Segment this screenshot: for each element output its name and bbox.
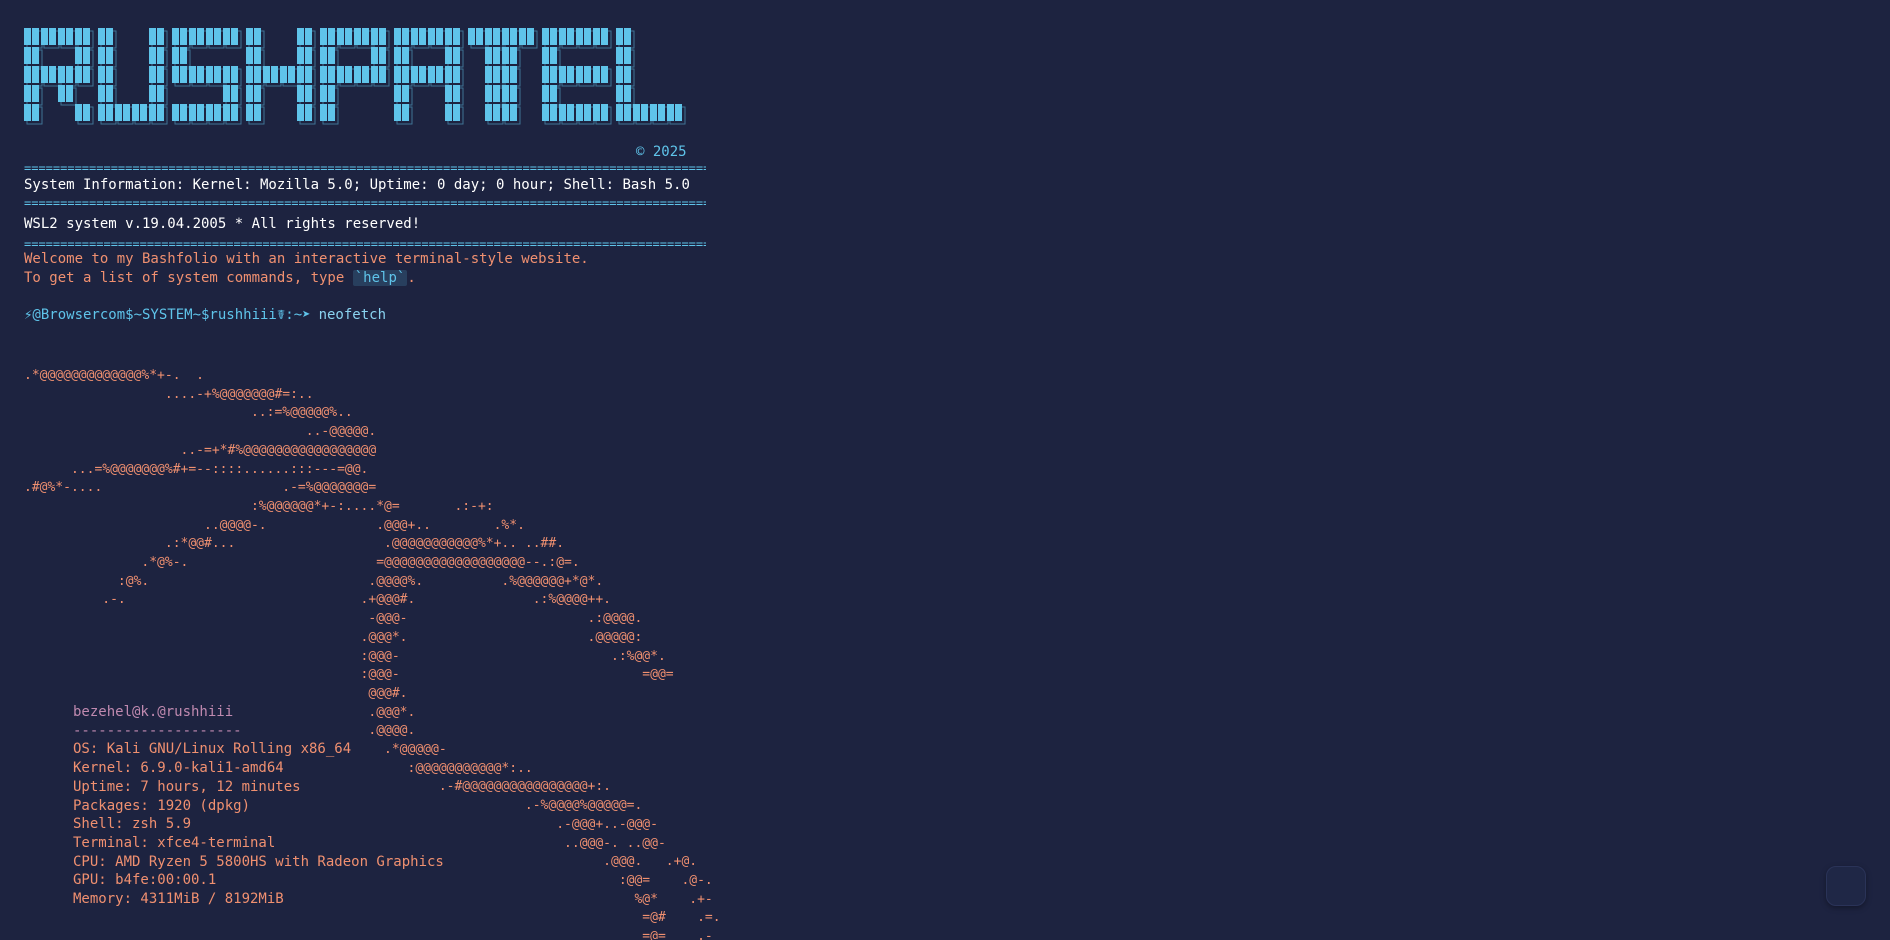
separator-line: ========================================…	[24, 238, 706, 250]
neofetch-cpu: CPU: AMD Ryzen 5 5800HS with Radeon Grap…	[73, 853, 444, 870]
ascii-banner-logo	[24, 28, 1844, 136]
copyright-text: © 2025	[636, 144, 687, 160]
system-info-line: System Information: Kernel: Mozilla 5.0;…	[24, 177, 690, 193]
neofetch-packages: Packages: 1920 (dpkg)	[73, 797, 251, 814]
help-hint-line: To get a list of system commands, type `…	[24, 269, 1844, 288]
separator-line: ========================================…	[24, 197, 706, 209]
neofetch-gpu: GPU: b4fe:00:00.1	[73, 872, 217, 889]
neofetch-divider: --------------------	[73, 722, 242, 739]
neofetch-uptime: Uptime: 7 hours, 12 minutes	[73, 778, 301, 795]
prompt-line: ⚡@Browsercom$~SYSTEM~$rushhiii☤:~➤ neofet…	[24, 306, 1844, 325]
neofetch-memory: Memory: 4311MiB / 8192MiB	[73, 891, 284, 908]
separator-line: ========================================…	[24, 162, 706, 174]
banner-logo-graphic	[24, 28, 686, 125]
prompt-text: ⚡@Browsercom$~SYSTEM~$rushhiii☤:~➤	[24, 307, 311, 323]
help-hint-prefix: To get a list of system commands, type	[24, 270, 353, 286]
prompt-command: neofetch	[318, 307, 387, 323]
neofetch-kernel: Kernel: 6.9.0-kali1-amd64	[73, 760, 284, 777]
wsl-system-line: WSL2 system v.19.04.2005 * All rights re…	[24, 216, 421, 232]
welcome-line: Welcome to my Bashfolio with an interact…	[24, 251, 589, 267]
neofetch-terminal: Terminal: xfce4-terminal	[73, 834, 276, 851]
terminal-window: © 2025 =================================…	[24, 28, 1844, 325]
help-hint-suffix: .	[407, 270, 416, 286]
neofetch-shell: Shell: zsh 5.9	[73, 816, 192, 833]
neofetch-user: bezehel@k.@rushhiii	[73, 704, 234, 720]
floating-action-button[interactable]	[1826, 866, 1866, 906]
neofetch-os: OS: Kali GNU/Linux Rolling x86_64	[73, 741, 352, 758]
neofetch-info-panel: bezehel@k.@rushhiii -------------------- O…	[73, 703, 444, 909]
help-command-highlight[interactable]: `help`	[352, 270, 408, 286]
